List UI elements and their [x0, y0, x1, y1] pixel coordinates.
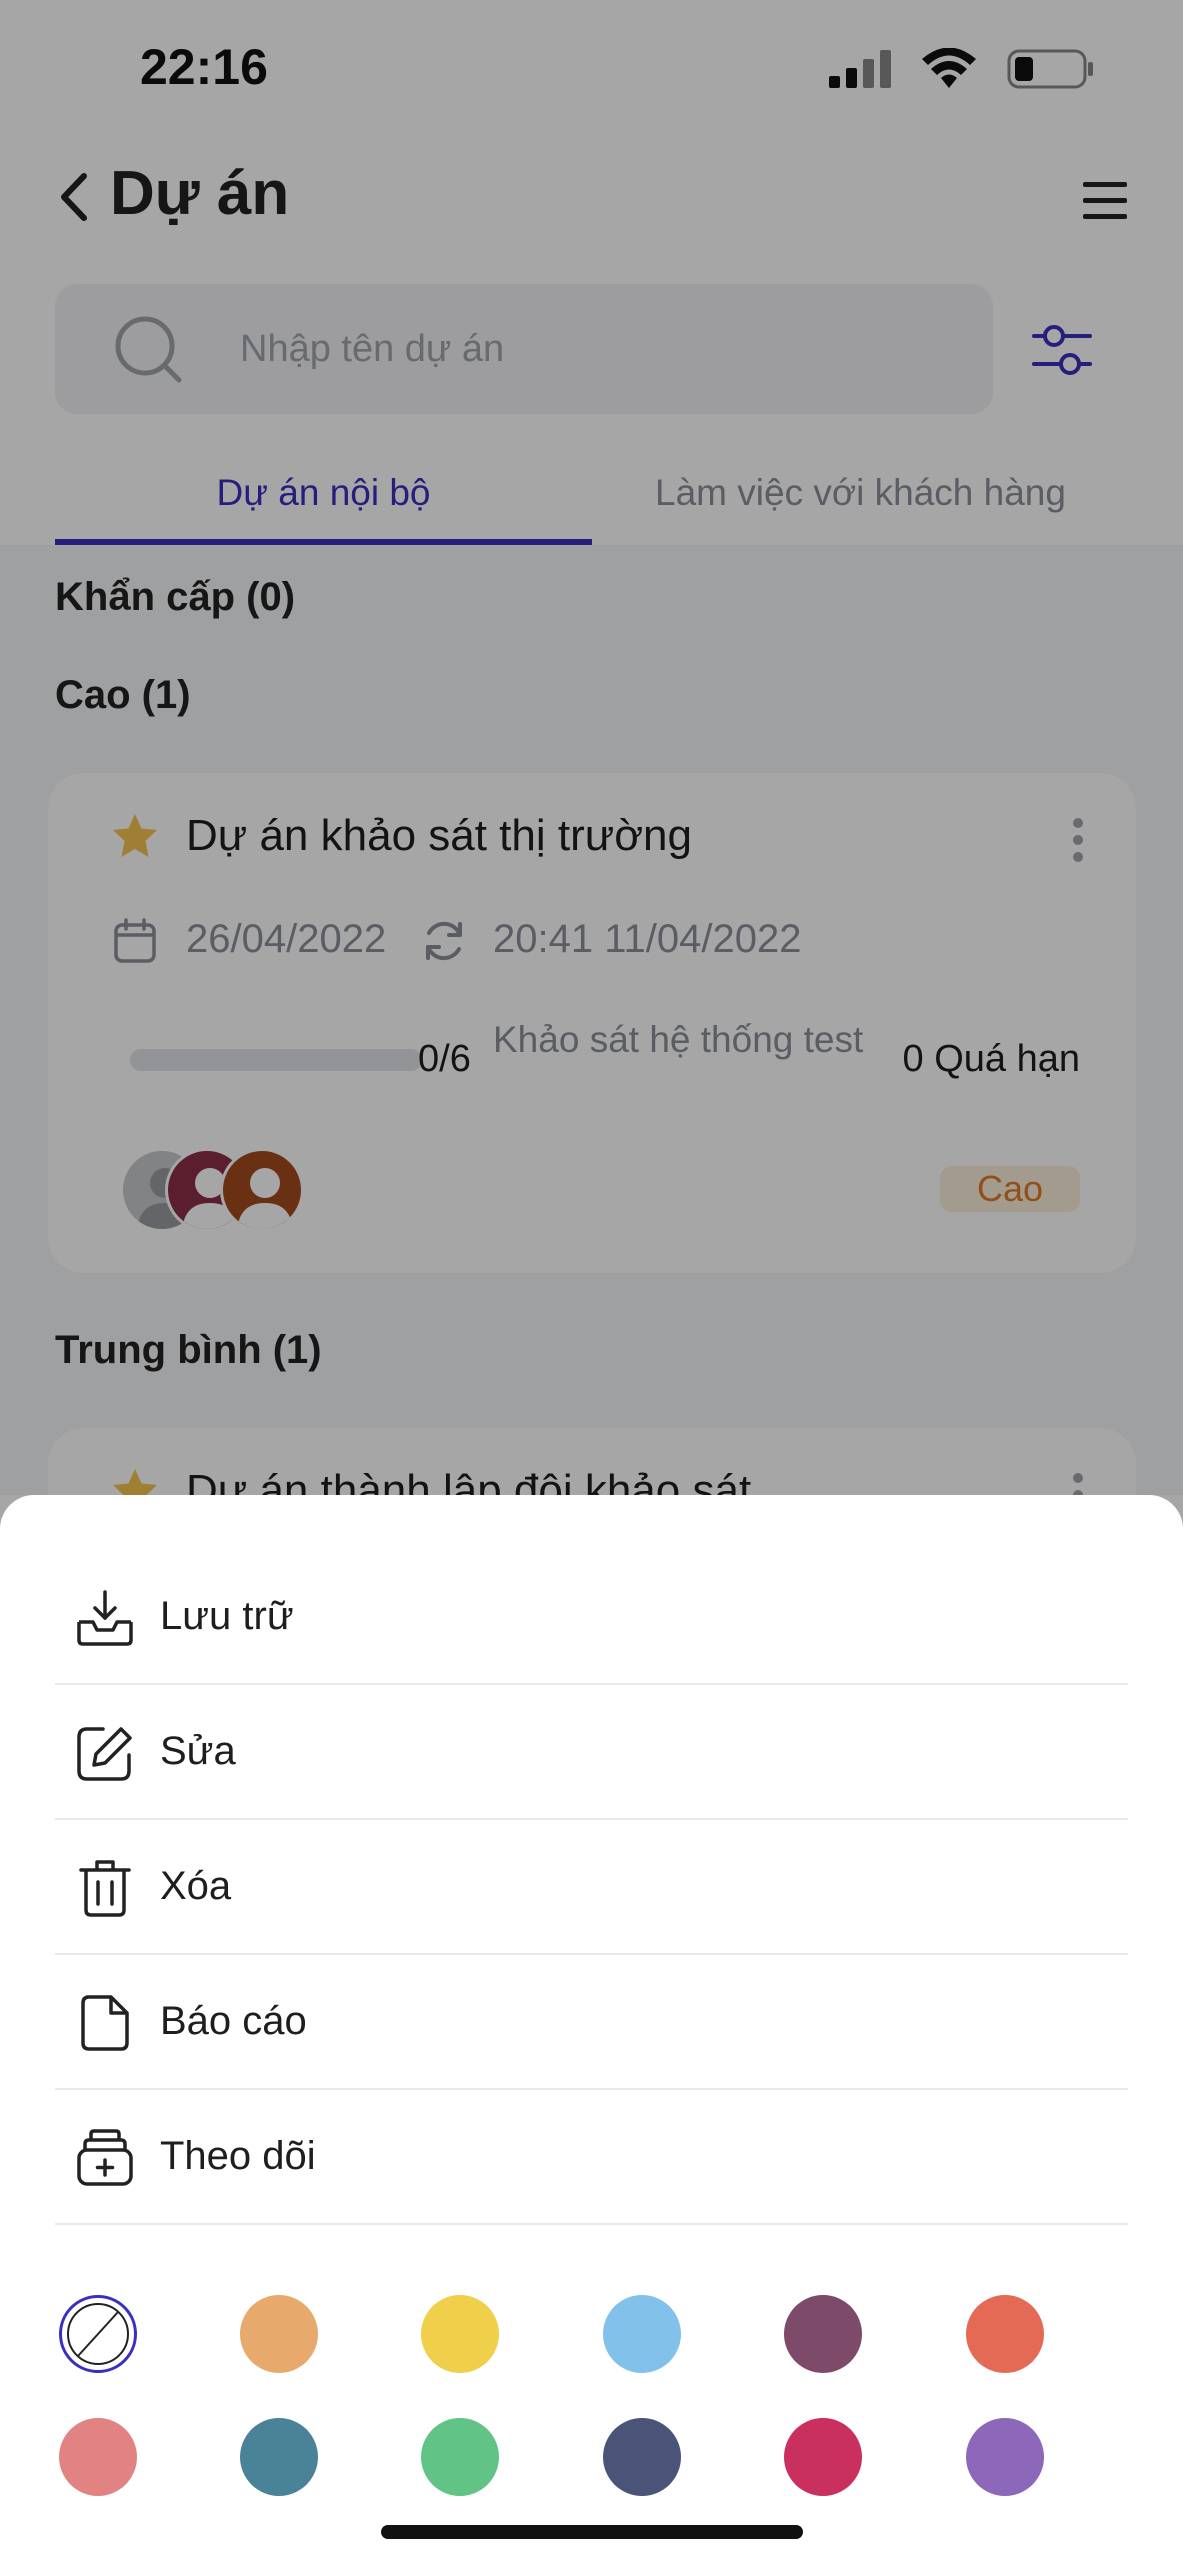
document-icon — [81, 1995, 129, 2051]
action-report[interactable]: Báo cáo — [55, 1955, 1128, 2090]
color-swatch[interactable] — [784, 2295, 862, 2373]
edit-icon — [77, 1727, 132, 1781]
action-archive[interactable]: Lưu trữ — [55, 1550, 1128, 1685]
follow-icon — [77, 2129, 133, 2186]
color-swatch[interactable] — [421, 2418, 499, 2496]
home-indicator — [381, 2525, 803, 2539]
color-swatch-none[interactable] — [59, 2295, 137, 2373]
action-follow[interactable]: Theo dõi — [55, 2090, 1128, 2225]
color-swatch[interactable] — [240, 2418, 318, 2496]
color-swatch[interactable] — [966, 2418, 1044, 2496]
no-color-icon — [67, 2303, 129, 2365]
color-swatch[interactable] — [603, 2295, 681, 2373]
action-delete[interactable]: Xóa — [55, 1820, 1128, 1955]
archive-icon — [77, 1590, 133, 1646]
color-swatch[interactable] — [784, 2418, 862, 2496]
trash-icon — [79, 1860, 131, 1917]
action-label: Báo cáo — [160, 1999, 307, 2043]
action-sheet: Lưu trữ Sửa Xóa Báo cáo Theo dõi — [0, 1495, 1183, 2560]
action-edit[interactable]: Sửa — [55, 1685, 1128, 1820]
color-swatch[interactable] — [240, 2295, 318, 2373]
color-swatch[interactable] — [59, 2418, 137, 2496]
color-swatch[interactable] — [421, 2295, 499, 2373]
color-swatch[interactable] — [603, 2418, 681, 2496]
action-label: Xóa — [160, 1864, 232, 1908]
action-label: Sửa — [160, 1729, 236, 1773]
color-swatch[interactable] — [966, 2295, 1044, 2373]
action-label: Lưu trữ — [160, 1594, 294, 1638]
action-label: Theo dõi — [160, 2134, 316, 2178]
